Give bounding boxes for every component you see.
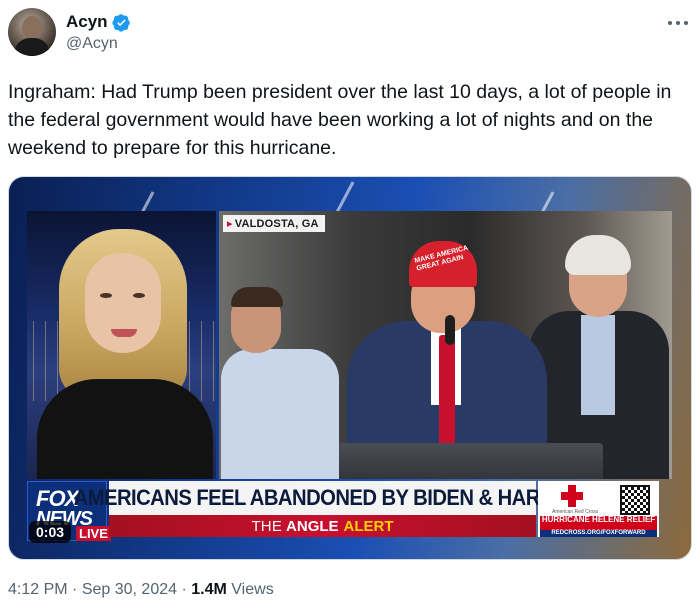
- tweet-date[interactable]: Sep 30, 2024: [82, 581, 177, 598]
- host-mouth: [111, 329, 137, 337]
- avatar-head: [22, 16, 42, 40]
- segment-suffix: ALERT: [343, 517, 394, 535]
- host-video-panel: [27, 211, 216, 479]
- tweet-time[interactable]: 4:12 PM: [8, 581, 68, 598]
- relief-url: REDCROSS.ORG/FOXFORWARD: [540, 530, 657, 537]
- segment-prefix: THE: [251, 517, 283, 535]
- author-name-row: Acyn: [66, 12, 131, 32]
- location-arrow-icon: ▸: [227, 218, 233, 230]
- video-player[interactable]: MAKE AMERICA GREAT AGAIN ▸ VALDOSTA, GA F…: [8, 176, 692, 560]
- author-handle[interactable]: @Acyn: [66, 35, 118, 53]
- tweet-header: Acyn @Acyn: [8, 8, 692, 58]
- author-avatar[interactable]: [8, 8, 56, 56]
- qr-code-icon: [620, 485, 650, 515]
- host-eye: [100, 293, 112, 298]
- red-cross-icon: [561, 492, 583, 500]
- person-right-hair: [565, 235, 631, 275]
- chyron-headline-bar: AMERICANS FEEL ABANDONED BY BIDEN & HARR…: [73, 481, 572, 515]
- person-left-body: [221, 349, 339, 479]
- location-text: VALDOSTA, GA: [234, 218, 319, 230]
- more-options-icon[interactable]: [668, 20, 688, 26]
- host-face: [85, 253, 161, 353]
- avatar-body: [14, 38, 50, 56]
- video-timestamp: 0:03: [29, 521, 72, 543]
- views-count: 1.4M: [191, 581, 227, 598]
- chyron-headline: AMERICANS FEEL ABANDONED BY BIDEN & HARR…: [73, 485, 572, 510]
- press-event-panel: MAKE AMERICA GREAT AGAIN ▸ VALDOSTA, GA: [219, 211, 672, 479]
- tweet-text: Ingraham: Had Trump been president over …: [8, 81, 672, 159]
- person-left-hair: [231, 287, 283, 307]
- tweet-meta: 4:12 PM · Sep 30, 2024 · 1.4M Views: [8, 581, 274, 599]
- author-display-name[interactable]: Acyn: [66, 12, 108, 32]
- host-eye: [133, 293, 145, 298]
- verified-badge-icon: [111, 13, 130, 32]
- meta-separator: ·: [72, 581, 82, 598]
- host-body: [37, 379, 213, 479]
- speaker-tie: [439, 335, 455, 445]
- podium: [339, 443, 603, 479]
- meta-separator: ·: [181, 581, 192, 598]
- microphone-icon: [445, 315, 455, 345]
- person-right-shirt: [581, 315, 615, 415]
- segment-name: ANGLE: [286, 517, 339, 535]
- relief-label: HURRICANE HELENE RELIEF: [540, 516, 657, 530]
- location-tag: ▸ VALDOSTA, GA: [223, 215, 325, 232]
- views-label: Views: [231, 581, 274, 598]
- chyron-segment-bar: THE ANGLE ALERT: [109, 515, 536, 537]
- live-badge: LIVE: [76, 526, 111, 541]
- red-cross-sponsor: American Red Cross HURRICANE HELENE RELI…: [538, 481, 659, 537]
